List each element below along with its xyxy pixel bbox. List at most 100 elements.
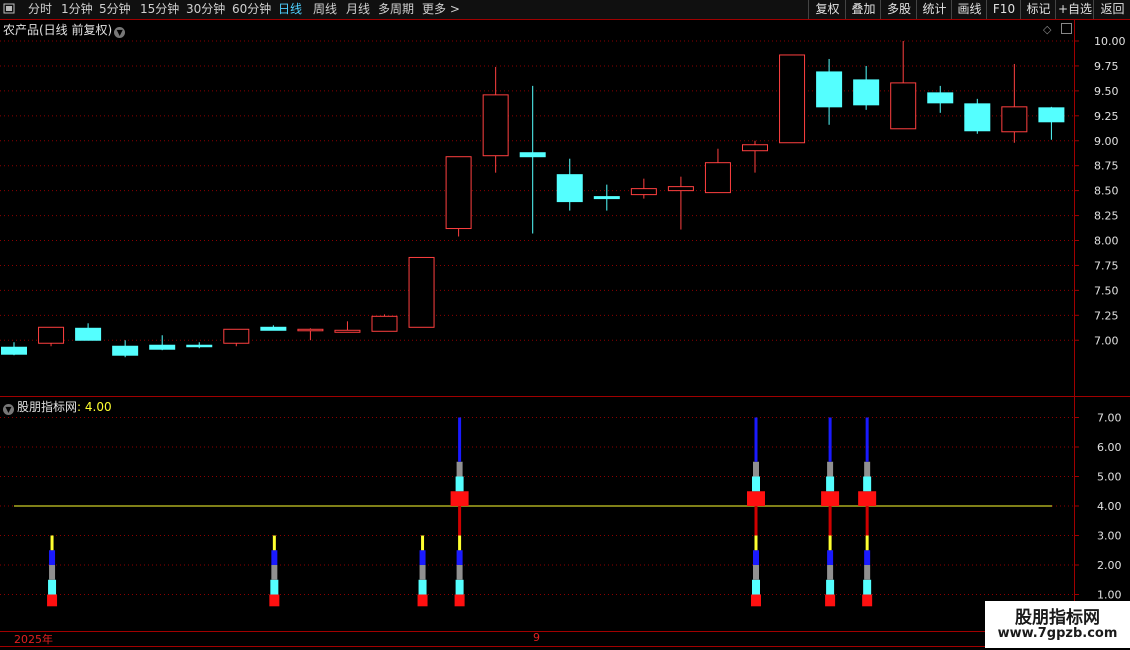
signal-bar-segment (752, 476, 760, 492)
candle-body (186, 344, 213, 348)
signal-bar-segment (754, 417, 758, 462)
signal-bar-segment (48, 579, 57, 595)
candle-body (38, 326, 65, 344)
signal-bar-segment (864, 550, 871, 565)
signal-bar-segment (826, 476, 835, 492)
signal-bar-segment (458, 417, 462, 462)
price-axis-label: 7.50 (1094, 284, 1119, 297)
candle-body (482, 94, 509, 157)
price-axis-label: 9.00 (1094, 135, 1119, 148)
signal-bar-segment (50, 535, 54, 551)
signal-bar-segment (49, 565, 56, 580)
candle-body (75, 327, 102, 341)
price-axis-label: 8.50 (1094, 185, 1119, 198)
candle-body (408, 256, 435, 328)
watermark: 股朋指标网 www.7gpzb.com (985, 601, 1130, 648)
signal-bar-segment (419, 550, 426, 565)
price-axis-label: 8.75 (1094, 160, 1119, 173)
date-label-year: 2025年 (14, 633, 53, 646)
candle-body (853, 79, 880, 106)
signal-bar-segment (271, 550, 278, 565)
signal-bar-segment (417, 594, 428, 607)
signal-bar-segment (754, 535, 758, 551)
signal-bar-segment (863, 579, 872, 595)
signal-bar-segment (862, 594, 873, 607)
signal-bar-segment (828, 506, 832, 536)
signal-bar-segment (421, 535, 425, 551)
candle-body (297, 328, 324, 332)
candle-body (260, 326, 287, 331)
candle-body (1038, 107, 1065, 123)
price-axis-label: 8.00 (1094, 235, 1119, 248)
signal-bar-segment (865, 535, 869, 551)
indicator-axis-label: 3.00 (1097, 530, 1122, 543)
signal-bar-segment (458, 506, 462, 536)
signal-bar-segment (864, 461, 871, 477)
candle-body (964, 103, 991, 132)
signal-bar-segment (456, 550, 463, 565)
signal-bar-segment (828, 535, 832, 551)
signal-bar-segment (456, 565, 463, 580)
watermark-url: www.7gpzb.com (997, 626, 1118, 641)
signal-bar-segment (49, 550, 56, 565)
candle-body (1, 346, 27, 355)
candle-body (593, 196, 620, 200)
signal-bar-segment (753, 461, 759, 477)
signal-bar-segment (271, 565, 278, 580)
indicator-axis-label: 7.00 (1097, 412, 1122, 425)
signal-bar-segment (754, 506, 758, 536)
signal-bar-segment (455, 476, 464, 492)
candle-body (816, 71, 843, 108)
candle-body (334, 329, 361, 333)
signal-bar-segment (827, 565, 834, 580)
candle-body (149, 344, 176, 350)
signal-bar-segment (47, 594, 58, 607)
signal-bar-segment (450, 491, 469, 506)
candle-body (371, 315, 398, 332)
candle-body (1001, 106, 1028, 133)
signal-bar-segment (825, 594, 836, 607)
indicator-axis-label: 4.00 (1097, 500, 1122, 513)
candle-body (112, 345, 139, 356)
date-label-month: 9 (533, 631, 540, 644)
candle-body (927, 92, 954, 104)
price-axis-label: 7.00 (1094, 334, 1119, 347)
candle-body (890, 82, 917, 130)
candle-body (519, 152, 546, 158)
indicator-axis-label: 2.00 (1097, 559, 1122, 572)
signal-bar-segment (828, 417, 832, 462)
signal-bar-segment (456, 461, 463, 477)
signal-bar-segment (455, 579, 464, 595)
signal-bar-segment (865, 506, 869, 536)
indicator-axis-label: 5.00 (1097, 471, 1122, 484)
price-axis-label: 9.25 (1094, 110, 1119, 123)
signal-bar-segment (752, 579, 760, 595)
price-axis-label: 10.00 (1094, 35, 1126, 48)
indicator-axis-label: 1.00 (1097, 589, 1122, 602)
candle-body (630, 188, 657, 196)
signal-bar-segment (747, 491, 765, 506)
price-axis-label: 7.25 (1094, 309, 1119, 322)
signal-bar-segment (827, 461, 834, 477)
candle-body (704, 162, 731, 194)
candle-body (779, 54, 806, 144)
signal-bar-segment (753, 565, 759, 580)
signal-bar-segment (458, 535, 462, 551)
signal-bar-segment (270, 579, 279, 595)
signal-bar-segment (753, 550, 759, 565)
signal-bar-segment (418, 579, 427, 595)
chart-canvas[interactable]: 10.00 9.75 9.50 9.25 9.00 8.75 8.50 8.25 8.00 7.7… (0, 0, 1130, 650)
candle-body (556, 174, 583, 203)
candle-body (223, 328, 250, 344)
signal-bar-segment (272, 535, 276, 551)
signal-bar-segment (821, 491, 840, 506)
signal-bar-segment (827, 550, 834, 565)
signal-bar-segment (826, 579, 835, 595)
signal-bar-segment (865, 417, 869, 462)
price-axis-label: 9.50 (1094, 85, 1119, 98)
signal-bar-segment (751, 594, 761, 607)
candle-body (667, 186, 694, 192)
signal-bar-segment (858, 491, 877, 506)
signal-bar-segment (454, 594, 465, 607)
price-axis-label: 8.25 (1094, 210, 1119, 223)
